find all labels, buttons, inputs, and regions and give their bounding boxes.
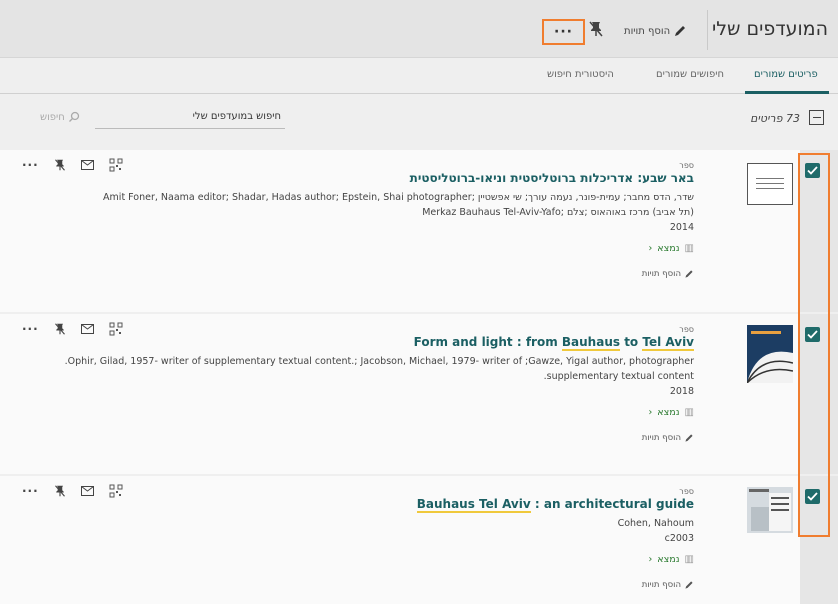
record-type: ספר [679, 487, 694, 496]
email-icon[interactable] [80, 160, 94, 170]
unpin-icon [589, 21, 603, 37]
record-year: 2014 [669, 222, 694, 233]
list-item[interactable]: ספר Form and light : from Bauhaus to Tel… [0, 314, 800, 474]
list-toolbar: 73 פריטים חיפוש במועדפים שלי חיפוש [0, 110, 838, 140]
top-bar: המועדפים שלי הוסף תויות ··· [0, 0, 838, 58]
availability-link[interactable]: ▥ נמצא ‹ [103, 243, 694, 254]
selection-highlight [798, 153, 830, 537]
record-type: ספר [679, 325, 694, 334]
book-open-icon: ▥ [684, 554, 694, 565]
record-actions: ··· [22, 484, 123, 498]
record-type: ספר [679, 161, 694, 170]
availability-link[interactable]: ▥ נמצא ‹ [65, 407, 694, 418]
book-cover-thumbnail[interactable] [747, 325, 793, 383]
more-actions-button[interactable]: ··· [22, 158, 39, 172]
more-actions-button[interactable]: ··· [22, 322, 39, 336]
book-cover-thumbnail[interactable] [747, 487, 793, 533]
record-year: c2003 [664, 533, 694, 544]
book-thumbnail[interactable] [747, 163, 793, 205]
pencil-icon [675, 26, 686, 36]
tab-saved-items[interactable]: פריטים שמורים [754, 69, 818, 80]
record-actions: ··· [22, 322, 123, 336]
book-open-icon: ▥ [684, 407, 694, 418]
active-tab-indicator [745, 91, 829, 94]
record-authors: Ophir, Gilad, 1957- writer of supplement… [64, 356, 694, 382]
unpin-icon[interactable] [54, 484, 66, 498]
unpin-icon[interactable] [54, 322, 66, 336]
unpin-all-button[interactable] [588, 20, 604, 42]
tab-search-history[interactable]: היסטורית חיפוש [547, 69, 614, 80]
tab-bar: פריטים שמורים חיפושים שמורים היסטורית חי… [0, 58, 838, 94]
tab-saved-searches[interactable]: חיפושים שמורים [656, 69, 724, 80]
record-title[interactable]: Form and light : from Bauhaus to Tel Avi… [65, 335, 694, 351]
favorites-search-input[interactable]: חיפוש במועדפים שלי [95, 107, 285, 129]
record-title[interactable]: Bauhaus Tel Aviv : an architectural guid… [416, 497, 694, 513]
add-tags-label: הוסף תויות [624, 25, 671, 37]
record-info: ספר Bauhaus Tel Aviv : an architectural … [416, 487, 694, 590]
search-button[interactable]: חיפוש [40, 111, 80, 123]
pencil-icon [685, 434, 693, 442]
chevron-left-icon: ‹ [648, 407, 653, 418]
add-tags-button[interactable]: הוסף תויות [103, 269, 694, 279]
search-icon [68, 111, 79, 122]
add-tags-button[interactable]: הוסף תויות [624, 24, 687, 38]
list-item[interactable]: ספר באר שבע: אדריכלות ברוטליסטית וניאו-ב… [0, 150, 800, 312]
divider [707, 10, 708, 50]
qr-code-icon[interactable] [109, 484, 123, 498]
list-item[interactable]: ספר Bauhaus Tel Aviv : an architectural … [0, 476, 800, 604]
qr-code-icon[interactable] [109, 322, 123, 336]
unpin-icon[interactable] [54, 158, 66, 172]
items-count: 73 פריטים [750, 112, 800, 125]
record-info: ספר באר שבע: אדריכלות ברוטליסטית וניאו-ב… [103, 161, 694, 279]
add-tags-button[interactable]: הוסף תויות [65, 433, 694, 443]
record-info: ספר Form and light : from Bauhaus to Tel… [65, 325, 694, 443]
more-actions-button[interactable]: ··· [542, 19, 585, 45]
add-tags-button[interactable]: הוסף תויות [417, 580, 694, 590]
availability-link[interactable]: ▥ נמצא ‹ [417, 554, 694, 565]
record-actions: ··· [22, 158, 123, 172]
chevron-left-icon: ‹ [648, 554, 653, 565]
record-authors: Cohen, Nahoum [617, 518, 694, 529]
record-authors: שדר, הדס מחבר; עמית-פונר, נעמה עורך; שי … [103, 192, 694, 218]
search-button-label: חיפוש [40, 111, 65, 123]
book-open-icon: ▥ [684, 243, 694, 254]
email-icon[interactable] [80, 486, 94, 496]
email-icon[interactable] [80, 324, 94, 334]
pencil-icon [685, 581, 693, 589]
collapse-all-button[interactable] [809, 110, 824, 125]
page-title: המועדפים שלי [711, 18, 828, 40]
more-actions-button[interactable]: ··· [22, 484, 39, 498]
pencil-icon [685, 270, 693, 278]
record-title[interactable]: באר שבע: אדריכלות ברוטליסטית וניאו-ברוטל… [103, 171, 694, 185]
qr-code-icon[interactable] [109, 158, 123, 172]
chevron-left-icon: ‹ [648, 243, 653, 254]
record-year: 2018 [669, 386, 694, 397]
